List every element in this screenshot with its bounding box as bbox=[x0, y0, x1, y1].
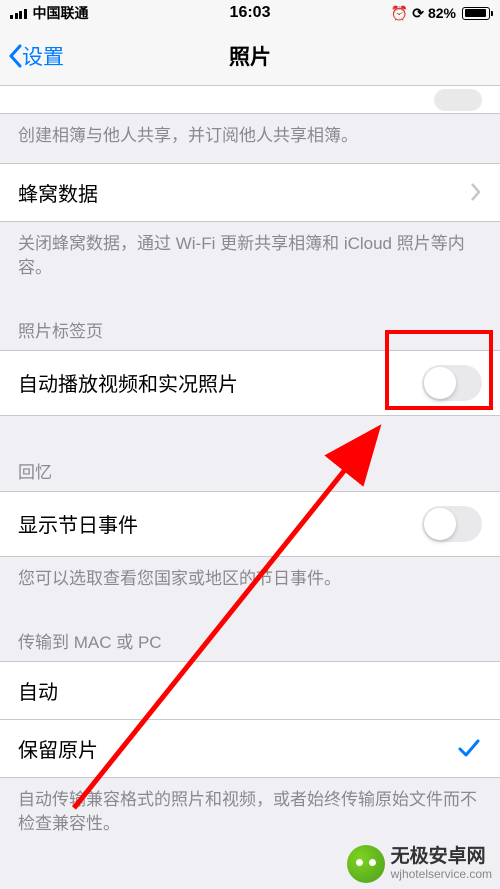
holidays-label: 显示节日事件 bbox=[18, 509, 138, 538]
battery-icon bbox=[462, 7, 490, 20]
cellular-data-row[interactable]: 蜂窝数据 bbox=[0, 163, 500, 222]
watermark-title: 无极安卓网 bbox=[391, 846, 492, 868]
tabs-header: 照片标签页 bbox=[0, 295, 500, 350]
settings-content: 创建相簿与他人共享，并订阅他人共享相簿。 蜂窝数据 关闭蜂窝数据，通过 Wi-F… bbox=[0, 86, 500, 851]
page-title: 照片 bbox=[229, 41, 271, 71]
memories-header: 回忆 bbox=[0, 416, 500, 491]
chevron-left-icon bbox=[8, 44, 22, 68]
transfer-footer: 自动传输兼容格式的照片和视频，或者始终传输原始文件而不检查兼容性。 bbox=[0, 778, 500, 851]
autoplay-toggle[interactable] bbox=[422, 365, 482, 401]
checkmark-icon bbox=[456, 735, 482, 761]
cellular-label: 蜂窝数据 bbox=[18, 178, 98, 207]
transfer-auto-row[interactable]: 自动 bbox=[0, 661, 500, 719]
transfer-keep-label: 保留原片 bbox=[18, 734, 98, 763]
alarm-icon: ⏰ bbox=[391, 5, 408, 22]
transfer-keep-original-row[interactable]: 保留原片 bbox=[0, 719, 500, 778]
memories-footer: 您可以选取查看您国家或地区的节日事件。 bbox=[0, 557, 500, 606]
watermark-url: wjhotelservice.com bbox=[391, 868, 492, 882]
nav-bar: 设置 照片 bbox=[0, 26, 500, 86]
autoplay-label: 自动播放视频和实况照片 bbox=[18, 368, 238, 397]
holidays-toggle[interactable] bbox=[422, 506, 482, 542]
status-right: ⏰ ⟳ 82% bbox=[391, 5, 490, 22]
transfer-auto-label: 自动 bbox=[18, 676, 58, 705]
carrier-label: 中国联通 bbox=[33, 3, 89, 23]
status-bar: 中国联通 16:03 ⏰ ⟳ 82% bbox=[0, 0, 500, 26]
cellular-footer: 关闭蜂窝数据，通过 Wi-Fi 更新共享相簿和 iCloud 照片等内容。 bbox=[0, 222, 500, 295]
chevron-right-icon bbox=[470, 182, 482, 202]
toggle-icon[interactable] bbox=[434, 89, 482, 111]
back-button[interactable]: 设置 bbox=[8, 41, 64, 71]
status-left: 中国联通 bbox=[10, 3, 89, 23]
back-label: 设置 bbox=[22, 41, 64, 71]
battery-percent: 82% bbox=[428, 5, 456, 21]
status-time: 16:03 bbox=[230, 4, 271, 22]
shared-albums-row-partial[interactable] bbox=[0, 86, 500, 114]
watermark: 无极安卓网 wjhotelservice.com bbox=[347, 845, 492, 883]
signal-icon bbox=[10, 7, 27, 19]
transfer-header: 传输到 MAC 或 PC bbox=[0, 606, 500, 661]
autoplay-row[interactable]: 自动播放视频和实况照片 bbox=[0, 350, 500, 416]
watermark-logo-icon bbox=[347, 845, 385, 883]
shared-albums-footer: 创建相簿与他人共享，并订阅他人共享相簿。 bbox=[0, 114, 500, 163]
holidays-row[interactable]: 显示节日事件 bbox=[0, 491, 500, 557]
rotation-lock-icon: ⟳ bbox=[412, 5, 424, 22]
